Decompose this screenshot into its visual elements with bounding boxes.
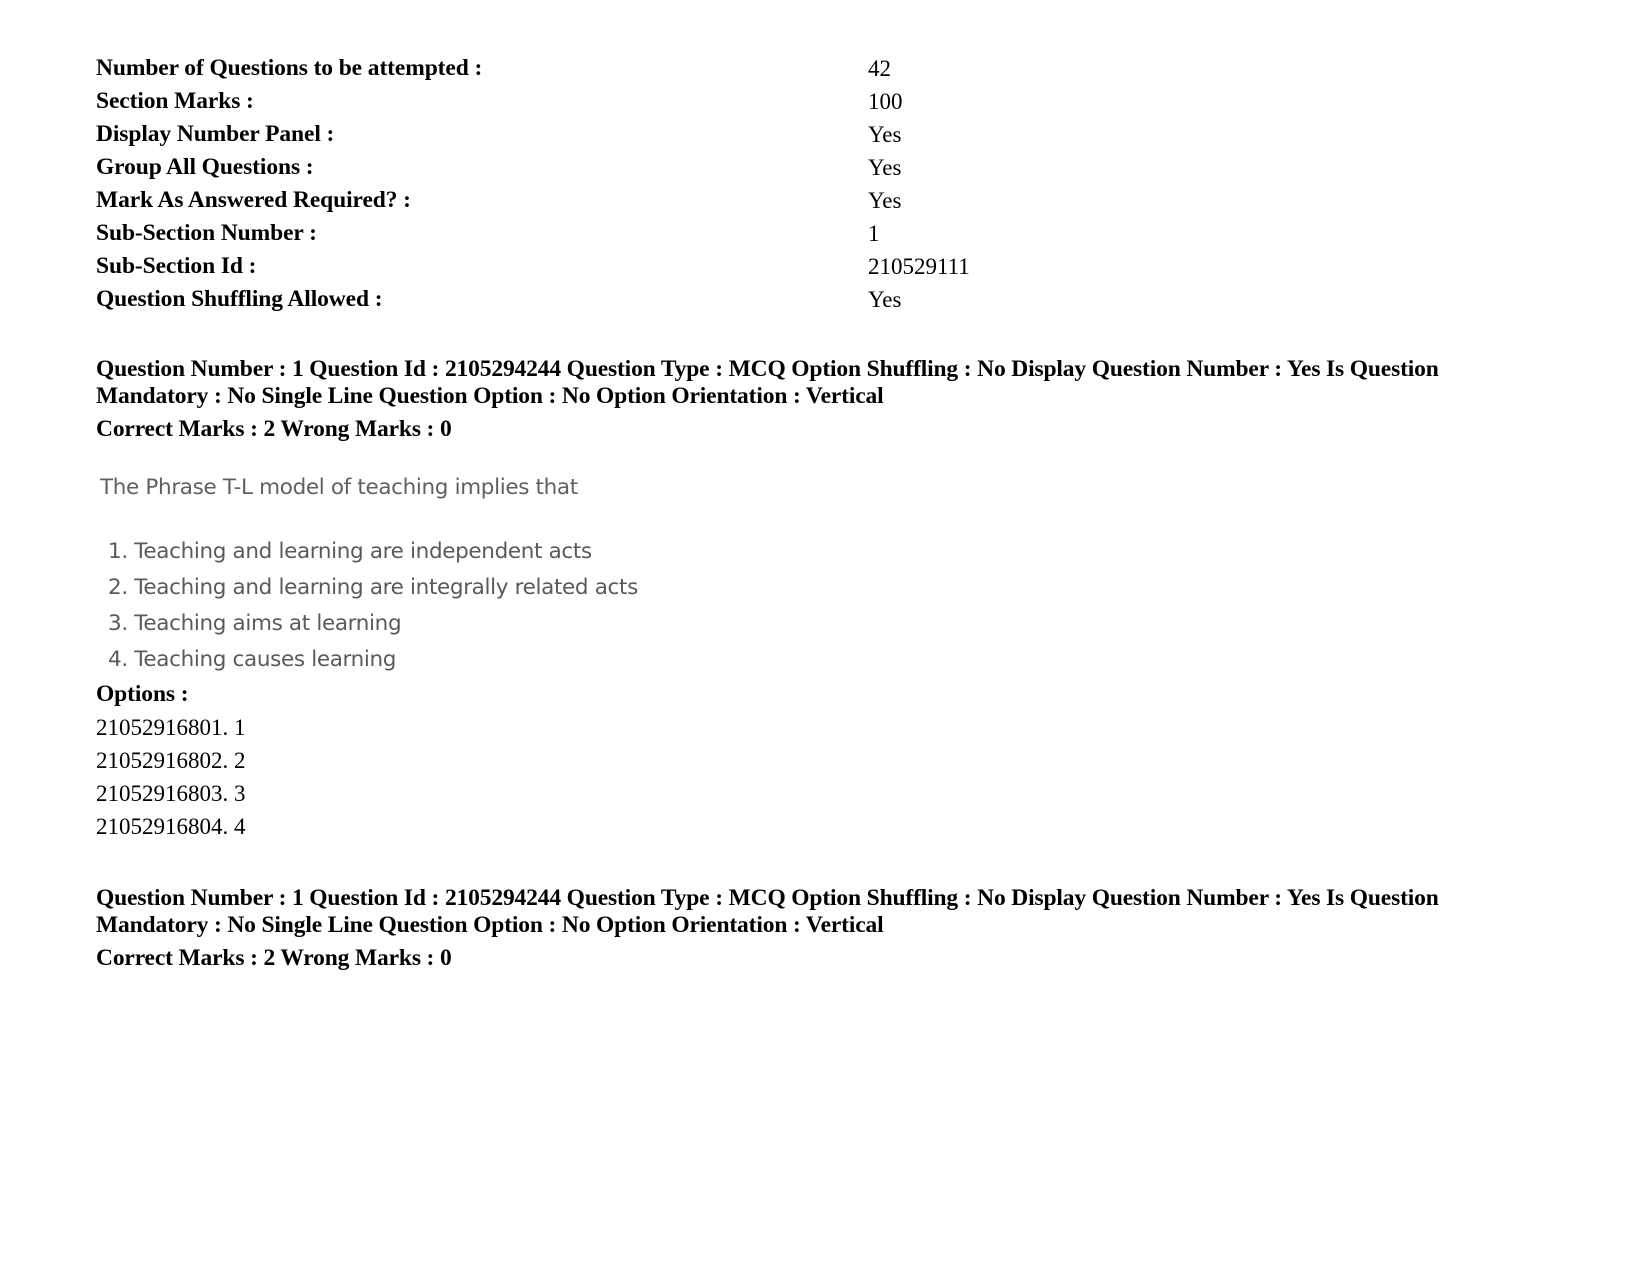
section-meta-body: Number of Questions to be attempted : 42… [96, 52, 1196, 316]
table-row: Display Number Panel : Yes [96, 118, 1196, 151]
meta-label: Display Number Panel : [96, 121, 335, 147]
question-choice-list: 1. Teaching and learning are independent… [98, 534, 998, 678]
list-item: 4. Teaching causes learning [108, 647, 397, 672]
question-stem: The Phrase T-L model of teaching implies… [100, 475, 578, 500]
list-item: 1. Teaching and learning are independent… [108, 539, 592, 564]
meta-label: Group All Questions : [96, 154, 314, 180]
list-item: 21052916801. 1 [96, 715, 246, 740]
meta-value: Yes [868, 155, 902, 180]
question-body-image: The Phrase T-L model of teaching implies… [98, 475, 998, 678]
table-row: Group All Questions : Yes [96, 151, 1196, 184]
meta-value: Yes [868, 287, 902, 312]
question-meta-line: Question Number : 1 Question Id : 210529… [96, 356, 1439, 409]
question-marks-line: Correct Marks : 2 Wrong Marks : 0 [96, 416, 452, 442]
table-row: Section Marks : 100 [96, 85, 1196, 118]
table-row: Number of Questions to be attempted : 42 [96, 52, 1196, 85]
meta-value: Yes [868, 122, 902, 147]
question-marks-line: Correct Marks : 2 Wrong Marks : 0 [96, 945, 452, 971]
table-row: Mark As Answered Required? : Yes [96, 184, 1196, 217]
section-meta-table: Number of Questions to be attempted : 42… [96, 52, 1196, 316]
meta-value: 100 [868, 89, 903, 114]
options-block: Options : 21052916801. 1 21052916802. 2 … [96, 678, 796, 843]
meta-value: 210529111 [868, 254, 970, 279]
list-item: 21052916803. 3 [96, 781, 246, 806]
options-id-list: 21052916801. 1 21052916802. 2 2105291680… [96, 711, 796, 843]
meta-value: 1 [868, 221, 880, 246]
table-row: Sub-Section Number : 1 [96, 217, 1196, 250]
meta-label: Sub-Section Number : [96, 220, 317, 246]
meta-label: Mark As Answered Required? : [96, 187, 411, 213]
meta-label: Section Marks : [96, 88, 254, 114]
question-meta-block-bottom: Question Number : 1 Question Id : 210529… [96, 885, 1516, 972]
list-item: 3. Teaching aims at learning [108, 611, 402, 636]
exam-paper-page: Number of Questions to be attempted : 42… [0, 0, 1650, 1275]
list-item: 21052916804. 4 [96, 814, 246, 839]
meta-value: Yes [868, 188, 902, 213]
table-row: Sub-Section Id : 210529111 [96, 250, 1196, 283]
meta-value: 42 [868, 56, 891, 81]
list-item: 2. Teaching and learning are integrally … [108, 575, 638, 600]
list-item: 21052916802. 2 [96, 748, 246, 773]
table-row: Question Shuffling Allowed : Yes [96, 283, 1196, 316]
options-label: Options : [96, 681, 189, 707]
meta-label: Number of Questions to be attempted : [96, 55, 483, 81]
meta-label: Question Shuffling Allowed : [96, 286, 383, 312]
question-meta-line: Question Number : 1 Question Id : 210529… [96, 885, 1439, 938]
question-meta-block-top: Question Number : 1 Question Id : 210529… [96, 356, 1516, 443]
meta-label: Sub-Section Id : [96, 253, 257, 279]
